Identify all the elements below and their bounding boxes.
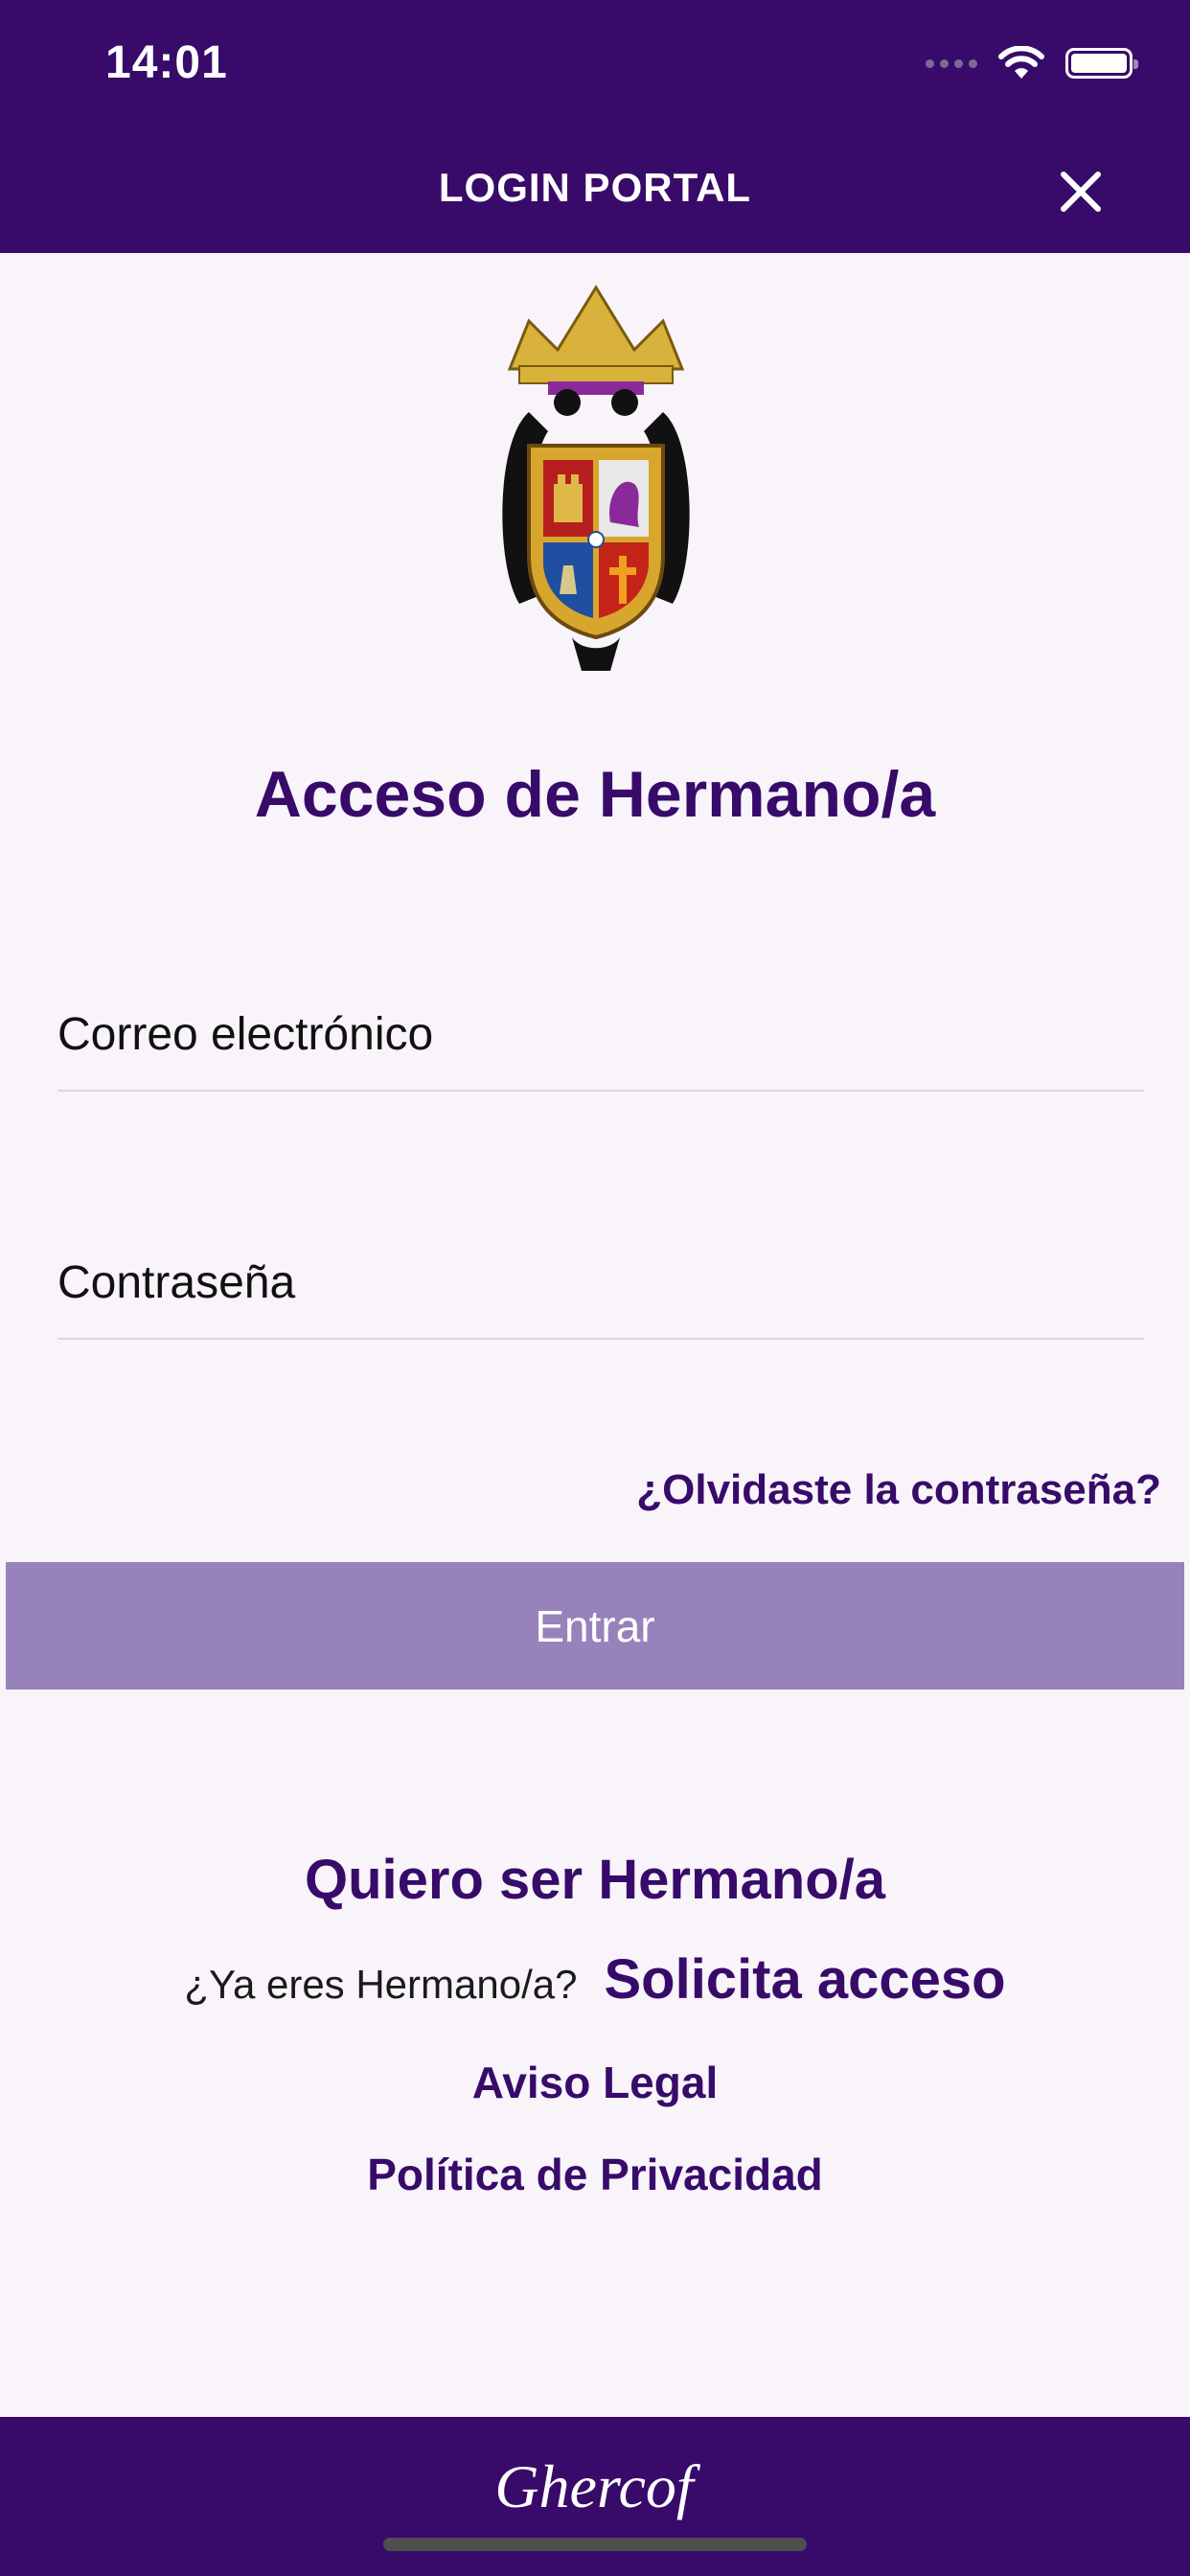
forgot-password-link[interactable]: ¿Olvidaste la contraseña? [636,1466,1161,1514]
legal-notice-link[interactable]: Aviso Legal [0,2057,1190,2108]
home-indicator[interactable] [383,2538,807,2551]
request-access-link[interactable]: Solicita acceso [604,1947,1005,2012]
status-icons [926,44,1138,82]
footer-logo-text: Ghercof [494,2452,694,2520]
status-time: 14:01 [105,37,228,88]
email-field[interactable] [57,1008,1144,1061]
page-title: LOGIN PORTAL [438,165,752,210]
footer-bar: Ghercof [0,2417,1190,2576]
crest-logo [502,285,690,671]
want-member-link[interactable]: Quiero ser Hermano/a [0,1848,1190,1912]
battery-icon [1065,48,1138,79]
wifi-icon [998,46,1044,79]
already-member-row: ¿Ya eres Hermano/a? Solicita acceso [0,1947,1190,2012]
top-bar: 14:01 LOGIN PORTAL [0,0,1190,253]
close-icon[interactable] [1054,165,1108,218]
password-field-container [57,1204,1144,1340]
already-member-question: ¿Ya eres Hermano/a? [184,1962,578,2007]
signal-icon [926,58,977,68]
enter-button[interactable]: Entrar [6,1562,1184,1690]
password-field[interactable] [57,1256,1144,1309]
privacy-policy-link[interactable]: Política de Privacidad [0,2149,1190,2200]
email-field-container [57,955,1144,1092]
login-heading: Acceso de Hermano/a [254,758,936,831]
